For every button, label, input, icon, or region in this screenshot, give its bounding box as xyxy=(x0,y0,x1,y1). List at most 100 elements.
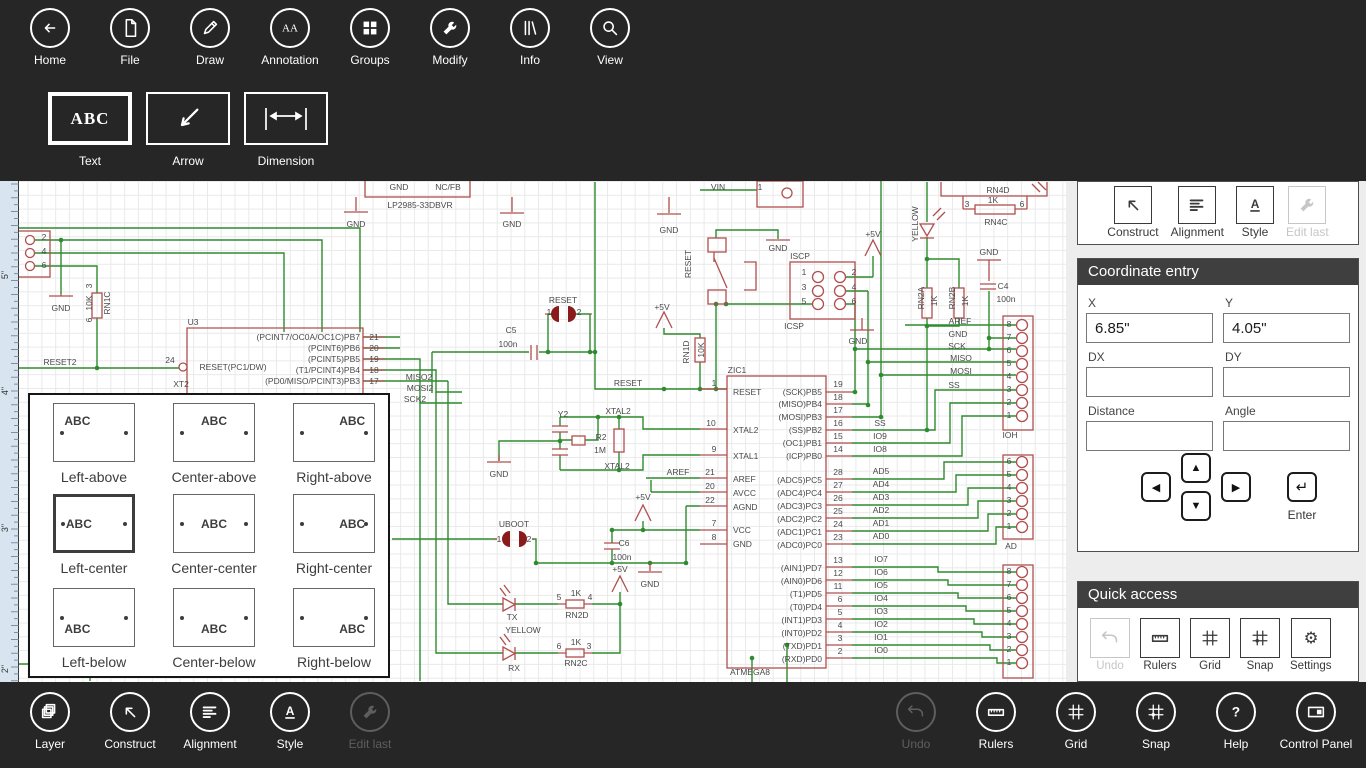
schematic-label: 20 xyxy=(369,343,378,353)
alignment-icon xyxy=(1178,186,1216,224)
anchor-option-left-above[interactable]: ABCLeft-above xyxy=(34,403,154,485)
right-panel: Construct AlignmentA Style Edit last Coo… xyxy=(1066,181,1366,682)
schematic-label: 100n xyxy=(499,339,518,349)
quick-grid[interactable]: Grid xyxy=(1190,618,1230,672)
schematic-label: 6 xyxy=(42,260,47,270)
anchor-abc-sample: ABC xyxy=(66,517,92,531)
schematic-label: 20 xyxy=(705,481,714,491)
panel-tool-style[interactable]: A Style xyxy=(1236,186,1274,244)
coord-input-distance[interactable] xyxy=(1086,421,1213,451)
schematic-label: 5 xyxy=(1007,469,1012,479)
schematic-label: RX xyxy=(508,663,520,673)
schematic-label: (ADC5)PC5 xyxy=(777,475,822,485)
schematic-label: (ADC0)PC0 xyxy=(777,540,822,550)
schematic-label: (ADC2)PC2 xyxy=(777,514,822,524)
schematic-label: YELLOW xyxy=(910,206,920,241)
panel-tool-alignment[interactable]: Alignment xyxy=(1171,186,1224,244)
toolbar-item-annotation[interactable]: AAAnnotation xyxy=(250,8,330,67)
bottombar-item-layer[interactable]: Layer xyxy=(10,692,90,751)
bottombar-item-style[interactable]: AStyle xyxy=(250,692,330,751)
bottom-app-bar: LayerConstructAlignmentAStyleEdit last U… xyxy=(0,682,1366,768)
schematic-label: AREF xyxy=(667,467,690,477)
schematic-label: (PD0/MISO/PCINT3)PB3 xyxy=(265,376,360,386)
schematic-label: 27 xyxy=(833,480,842,490)
nudge-left-button[interactable]: ◀ xyxy=(1141,472,1171,502)
schematic-label: (T0)PD4 xyxy=(790,602,822,612)
schematic-label: +5V xyxy=(612,564,627,574)
anchor-option-left-center[interactable]: ABC Left-center xyxy=(34,494,154,576)
schematic-label: 28 xyxy=(833,467,842,477)
schematic-label: (ICP)PB0 xyxy=(786,451,822,461)
nudge-right-button[interactable]: ▶ xyxy=(1221,472,1251,502)
bottombar-item-snap[interactable]: Snap xyxy=(1116,692,1196,751)
schematic-label: 1 xyxy=(802,267,807,277)
schematic-label: (INT0)PD2 xyxy=(781,628,822,638)
toolbar-item-home[interactable]: Home xyxy=(10,8,90,67)
coord-input-dy[interactable] xyxy=(1223,367,1350,397)
schematic-label: C4 xyxy=(998,281,1009,291)
bottombar-item-alignment[interactable]: Alignment xyxy=(170,692,250,751)
anchor-option-center-above[interactable]: ABCCenter-above xyxy=(154,403,274,485)
text-anchor-popup: ABCLeft-above ABCCenter-above ABCRight-a… xyxy=(28,393,390,678)
anchor-option-left-below[interactable]: ABCLeft-below xyxy=(34,588,154,670)
toolbar-item-groups[interactable]: Groups xyxy=(330,8,410,67)
nudge-up-button[interactable]: ▲ xyxy=(1181,453,1211,483)
coord-input-angle[interactable] xyxy=(1223,421,1350,451)
schematic-label: UBOOT xyxy=(499,519,529,529)
anchor-option-right-center[interactable]: ABCRight-center xyxy=(274,494,394,576)
draw-icon xyxy=(190,8,230,48)
bottombar-item-control-panel[interactable]: Control Panel xyxy=(1276,692,1356,751)
schematic-label: AD5 xyxy=(873,466,890,476)
tool-arrow[interactable]: Arrow xyxy=(146,92,230,168)
schematic-label: 4 xyxy=(852,282,857,292)
panel-tool-label: Style xyxy=(1242,225,1269,239)
toolbar-item-label: Modify xyxy=(432,53,467,67)
bottombar-item-construct[interactable]: Construct xyxy=(90,692,170,751)
toolbar-item-info[interactable]: Info xyxy=(490,8,570,67)
toolbar-item-view[interactable]: View xyxy=(570,8,650,67)
schematic-label: GND xyxy=(769,243,788,253)
quick-snap[interactable]: Snap xyxy=(1240,618,1280,672)
bottombar-item-grid[interactable]: Grid xyxy=(1036,692,1116,751)
toolbar-item-label: Groups xyxy=(350,53,389,67)
schematic-label: 1 xyxy=(497,534,502,544)
bottombar-item-help[interactable]: ?Help xyxy=(1196,692,1276,751)
toolbar-item-draw[interactable]: Draw xyxy=(170,8,250,67)
toolbar-item-file[interactable]: File xyxy=(90,8,170,67)
enter-button[interactable]: ↵ xyxy=(1287,472,1317,502)
quick-undo: Undo xyxy=(1090,618,1130,672)
nudge-down-button[interactable]: ▼ xyxy=(1181,491,1211,521)
schematic-label: 1K xyxy=(960,296,970,306)
grid-icon xyxy=(1190,618,1230,658)
coord-input-dx[interactable] xyxy=(1086,367,1213,397)
schematic-label: 25 xyxy=(833,506,842,516)
bottombar-item-label: Undo xyxy=(902,737,931,751)
tool-text[interactable]: ABCText xyxy=(48,92,132,168)
tool-dimension[interactable]: Dimension xyxy=(244,92,328,168)
panel-tool-construct[interactable]: Construct xyxy=(1107,186,1158,244)
anchor-option-right-above[interactable]: ABCRight-above xyxy=(274,403,394,485)
schematic-label: AGND xyxy=(733,502,758,512)
schematic-label: C5 xyxy=(506,325,517,335)
quick-label: Grid xyxy=(1199,660,1221,672)
anchor-option-center-center[interactable]: ABCCenter-center xyxy=(154,494,274,576)
anchor-dot-right xyxy=(123,522,127,526)
schematic-label: GND xyxy=(949,329,968,339)
quick-rulers[interactable]: Rulers xyxy=(1140,618,1180,672)
coord-input-x[interactable] xyxy=(1086,313,1213,343)
anchor-dot-left xyxy=(60,431,64,435)
toolbar-item-label: File xyxy=(120,53,139,67)
schematic-label: ZIC1 xyxy=(728,365,746,375)
schematic-label: RESET xyxy=(614,378,642,388)
toolbar-item-label: Draw xyxy=(196,53,224,67)
anchor-option-label: Left-center xyxy=(61,560,128,576)
schematic-label: 3 xyxy=(1007,384,1012,394)
coord-field-label-y: Y xyxy=(1225,296,1350,310)
anchor-option-center-below[interactable]: ABCCenter-below xyxy=(154,588,274,670)
anchor-option-right-below[interactable]: ABCRight-below xyxy=(274,588,394,670)
bottombar-item-rulers[interactable]: Rulers xyxy=(956,692,1036,751)
schematic-label: 6 xyxy=(852,296,857,306)
coord-input-y[interactable] xyxy=(1223,313,1350,343)
toolbar-item-modify[interactable]: Modify xyxy=(410,8,490,67)
quick-settings[interactable]: ⚙ Settings xyxy=(1290,618,1332,672)
